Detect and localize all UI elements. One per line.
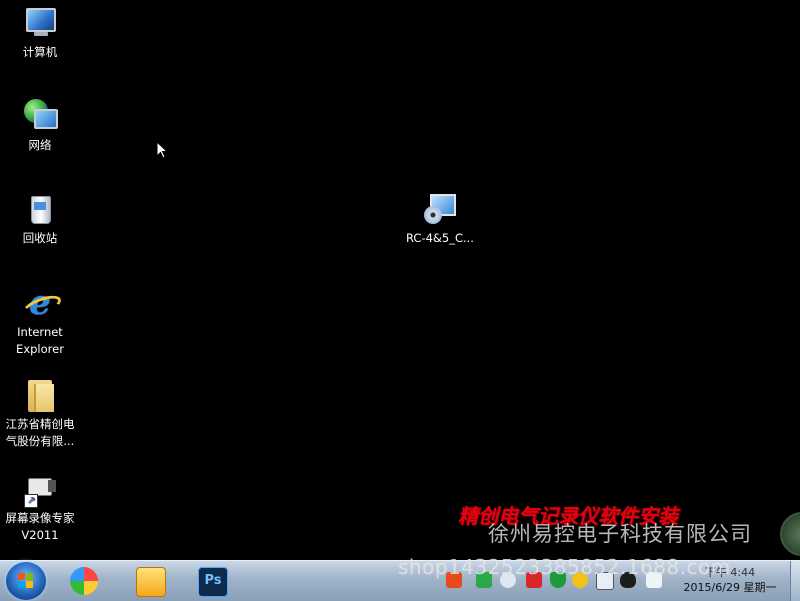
color-circle-app-icon: [70, 567, 98, 595]
desktop-icon-company-folder[interactable]: 江苏省精创电 气股份有限...: [0, 378, 80, 450]
start-button[interactable]: [6, 562, 46, 600]
recycle-bin-icon: [22, 192, 58, 228]
photoshop-icon: Ps: [198, 567, 228, 597]
network-icon: [22, 99, 58, 135]
desktop-icon-computer[interactable]: 计算机: [0, 6, 80, 61]
desktop-icon-label: 屏幕录像专家 V2011: [5, 511, 75, 542]
desktop-icon-network[interactable]: 网络: [0, 99, 80, 154]
desktop-icon-installer[interactable]: RC-4&5_C...: [400, 192, 480, 247]
desktop-gadget-icon[interactable]: [780, 512, 800, 556]
desktop-icon-label: Internet Explorer: [16, 325, 64, 356]
company-watermark: 徐州易控电子科技有限公司: [488, 522, 752, 546]
installer-icon: [422, 192, 458, 228]
mouse-cursor-icon: [156, 141, 168, 159]
computer-icon: [22, 6, 58, 42]
desktop-icon-screen-recorder[interactable]: ↗ 屏幕录像专家 V2011: [0, 472, 80, 544]
folder-icon: [22, 378, 58, 414]
shop-watermark: shop1432523385852.1688.com: [398, 555, 731, 579]
internet-explorer-icon: e: [20, 286, 64, 322]
desktop-icon-internet-explorer[interactable]: e Internet Explorer: [0, 286, 80, 358]
desktop-icon-recycle-bin[interactable]: 回收站: [0, 192, 80, 247]
desktop-icon-label: 回收站: [22, 231, 58, 245]
desktop-icon-label: 江苏省精创电 气股份有限...: [5, 417, 75, 448]
clock-date: 2015/6/29 星期一: [683, 581, 777, 594]
notepad-app-icon: [136, 567, 166, 597]
desktop-icon-label: 计算机: [22, 45, 58, 59]
show-desktop-button[interactable]: [790, 561, 800, 601]
taskbar-app-color-circle[interactable]: [58, 563, 108, 599]
desktop-icon-label: RC-4&5_C...: [406, 231, 474, 245]
desktop: 计算机 网络 回收站 e Internet Explorer 江苏省精创电 气股…: [0, 0, 800, 560]
video-camera-icon: ↗: [22, 472, 58, 508]
taskbar-app-notepad[interactable]: [124, 563, 174, 599]
taskbar-app-photoshop[interactable]: Ps: [186, 563, 236, 599]
desktop-icon-label: 网络: [28, 138, 52, 152]
windows-logo-icon: [18, 573, 34, 589]
